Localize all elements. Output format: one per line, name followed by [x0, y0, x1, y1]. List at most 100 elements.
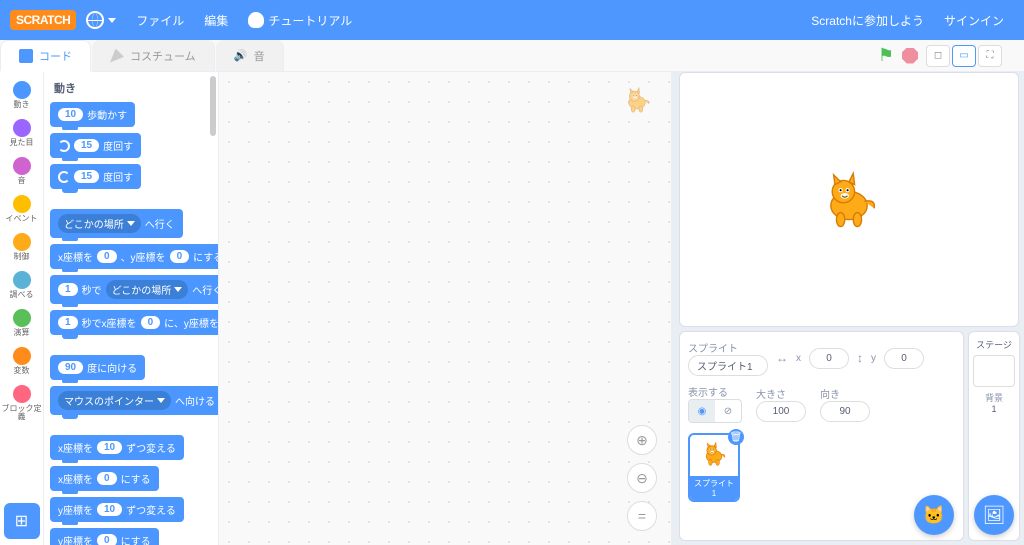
category-音[interactable]: 音	[0, 152, 43, 190]
block-text: へ向ける	[175, 393, 215, 408]
block-glide-xy[interactable]: 1秒でx座標を0に、y座標を	[50, 310, 219, 335]
block-input[interactable]: 0	[97, 472, 117, 485]
block-text: y座標を	[58, 533, 93, 545]
block-input[interactable]: 15	[74, 139, 99, 152]
small-stage-button[interactable]: ◻	[926, 45, 950, 67]
block-set-x[interactable]: x座標を0にする	[50, 466, 159, 491]
block-set-y[interactable]: y座標を0にする	[50, 528, 159, 545]
y-icon: ↕	[857, 351, 863, 365]
left-pane: 動き見た目音イベント制御調べる演算変数ブロック定義⊞ 動き 10歩動かす 15度…	[0, 72, 671, 545]
x-icon: ↔	[776, 351, 788, 365]
tutorials-button[interactable]: チュートリアル	[238, 12, 362, 29]
category-動き[interactable]: 動き	[0, 76, 43, 114]
block-input[interactable]: 10	[58, 108, 83, 121]
category-label: 変数	[14, 367, 30, 375]
category-調べる[interactable]: 調べる	[0, 266, 43, 304]
block-input[interactable]: 0	[97, 250, 117, 263]
block-input[interactable]: 0	[141, 316, 161, 329]
sprite-thumb-name: スプライト1	[690, 476, 738, 500]
file-menu[interactable]: ファイル	[126, 12, 194, 29]
hide-button[interactable]: ⊘	[715, 400, 741, 422]
sprite-label: スプライト	[688, 340, 768, 355]
block-text: ずつ変える	[126, 440, 176, 455]
category-見た目[interactable]: 見た目	[0, 114, 43, 152]
category-ブロック定義[interactable]: ブロック定義	[0, 380, 43, 426]
sprite-x-input[interactable]	[809, 348, 849, 369]
block-glide-random[interactable]: 1秒でどこかの場所へ行く	[50, 275, 219, 304]
category-演算[interactable]: 演算	[0, 304, 43, 342]
costume-icon	[110, 49, 124, 63]
zoom-out-button[interactable]: ⊖	[627, 463, 657, 493]
block-text: 度回す	[103, 169, 133, 184]
tab-sounds[interactable]: 音	[216, 40, 284, 71]
delete-sprite-button[interactable]: 🗑	[728, 429, 744, 445]
block-input[interactable]: 0	[170, 250, 190, 263]
block-input[interactable]: 10	[97, 503, 122, 516]
block-point-direction[interactable]: 90度に向ける	[50, 355, 145, 380]
block-text: にする	[193, 249, 219, 264]
sprite-thumbnail[interactable]: 🗑 スプライト1	[688, 433, 740, 502]
stage[interactable]	[679, 72, 1019, 327]
block-input[interactable]: 15	[74, 170, 99, 183]
turn-ccw-icon	[58, 171, 70, 183]
join-scratch-button[interactable]: Scratchに参加しよう	[801, 12, 934, 29]
bulb-icon	[248, 12, 264, 28]
direction-label: 向き	[820, 386, 870, 401]
category-label: 調べる	[10, 291, 34, 299]
tab-code[interactable]: コード	[0, 40, 91, 72]
show-label: 表示する	[688, 384, 742, 399]
script-workspace[interactable]: ⊕ ⊖ =	[219, 72, 671, 545]
add-backdrop-button[interactable]: 🖼	[974, 495, 1014, 535]
zoom-in-button[interactable]: ⊕	[627, 425, 657, 455]
sprite-direction-input[interactable]	[820, 401, 870, 422]
block-text: 歩動かす	[87, 107, 127, 122]
zoom-reset-button[interactable]: =	[627, 501, 657, 531]
large-stage-button[interactable]: ▭	[952, 45, 976, 67]
edit-menu[interactable]: 編集	[194, 12, 238, 29]
category-変数[interactable]: 変数	[0, 342, 43, 380]
category-イベント[interactable]: イベント	[0, 190, 43, 228]
block-goto-random[interactable]: どこかの場所へ行く	[50, 209, 183, 238]
sprite-on-stage[interactable]	[814, 165, 884, 235]
block-goto-xy[interactable]: x座標を0、y座標を0にする	[50, 244, 219, 269]
stop-button[interactable]	[902, 48, 918, 64]
category-dot-icon	[13, 233, 31, 251]
x-label: x	[796, 353, 801, 364]
block-move-steps[interactable]: 10 歩動かす	[50, 102, 135, 127]
block-turn-cw[interactable]: 15度回す	[50, 133, 141, 158]
signin-button[interactable]: サインイン	[934, 12, 1014, 29]
block-input[interactable]: 0	[97, 534, 117, 545]
block-dropdown[interactable]: どこかの場所	[106, 280, 189, 299]
block-change-y[interactable]: y座標を10ずつ変える	[50, 497, 184, 522]
category-dot-icon	[13, 385, 31, 403]
palette-scrollbar[interactable]	[210, 76, 216, 136]
block-dropdown[interactable]: マウスのポインター	[58, 391, 171, 410]
show-button[interactable]: ◉	[689, 400, 715, 422]
stage-size-controls: ◻ ▭ ⛶	[926, 45, 1002, 67]
sprite-y-input[interactable]	[884, 348, 924, 369]
block-input[interactable]: 10	[97, 441, 122, 454]
category-制御[interactable]: 制御	[0, 228, 43, 266]
sprite-size-input[interactable]	[756, 401, 806, 422]
language-menu[interactable]	[76, 11, 126, 29]
add-sprite-button[interactable]: 🐱	[914, 495, 954, 535]
visibility-toggle: ◉ ⊘	[688, 399, 742, 423]
tab-label: コード	[39, 48, 72, 64]
tab-costumes[interactable]: コスチューム	[92, 40, 215, 71]
block-input[interactable]: 90	[58, 361, 83, 374]
block-point-towards[interactable]: マウスのポインターへ向ける	[50, 386, 219, 415]
category-dot-icon	[13, 347, 31, 365]
block-input[interactable]: 1	[58, 316, 78, 329]
sprite-name-input[interactable]	[688, 355, 768, 376]
block-text: y座標を	[58, 502, 93, 517]
tab-label: 音	[254, 48, 265, 64]
fullscreen-button[interactable]: ⛶	[978, 45, 1002, 67]
block-change-x[interactable]: x座標を10ずつ変える	[50, 435, 184, 460]
zoom-controls: ⊕ ⊖ =	[627, 425, 657, 531]
stage-thumbnail[interactable]	[973, 355, 1015, 387]
block-input[interactable]: 1	[58, 283, 78, 296]
green-flag-button[interactable]: ⚑	[878, 45, 894, 66]
block-dropdown[interactable]: どこかの場所	[58, 214, 141, 233]
add-extension-button[interactable]: ⊞	[4, 503, 40, 539]
block-turn-ccw[interactable]: 15 度回す	[50, 164, 141, 189]
